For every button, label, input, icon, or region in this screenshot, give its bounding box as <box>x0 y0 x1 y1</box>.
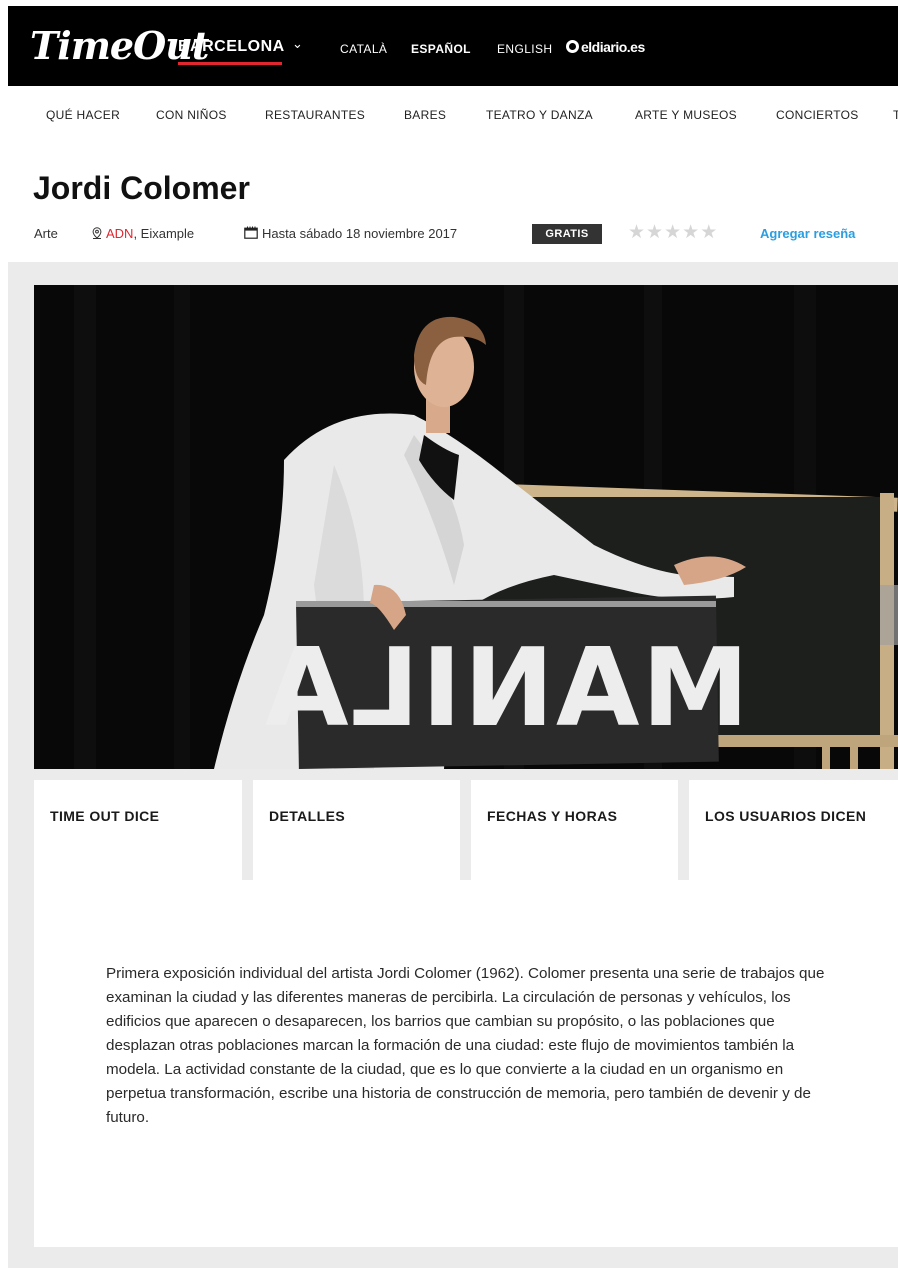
calendar-icon <box>244 226 258 239</box>
nav-con-ninos[interactable]: CON NIÑOS <box>156 108 227 122</box>
lang-espanol[interactable]: ESPAÑOL <box>411 42 471 56</box>
lang-catala[interactable]: CATALÀ <box>340 42 387 56</box>
main-nav: QUÉ HACER CON NIÑOS RESTAURANTES BARES T… <box>0 86 898 142</box>
hero-image: MANILA <box>34 285 898 769</box>
dates-label: Hasta sábado 18 noviembre 2017 <box>262 226 458 241</box>
eldiario-label: eldiario.es <box>581 39 645 55</box>
city-selector[interactable]: BARCELONA <box>178 38 285 56</box>
location-pin-icon <box>92 227 102 239</box>
tab-usuarios-dicen[interactable]: LOS USUARIOS DICEN <box>689 780 898 880</box>
add-review-link[interactable]: Agregar reseña <box>760 226 855 241</box>
nav-arte-museos[interactable]: ARTE Y MUSEOS <box>635 108 737 122</box>
rating-stars[interactable]: ★★★★★ <box>628 221 718 244</box>
eldiario-icon <box>566 40 579 53</box>
star-icon[interactable]: ★ <box>664 222 682 243</box>
star-icon[interactable]: ★ <box>628 222 646 243</box>
event-category: Arte <box>34 226 58 241</box>
nav-conciertos[interactable]: CONCIERTOS <box>776 108 859 122</box>
event-location: ADN, Eixample <box>92 226 194 241</box>
hero-photo: MANILA <box>34 285 898 769</box>
city-underline <box>178 62 282 65</box>
star-icon[interactable]: ★ <box>682 222 700 243</box>
nav-restaurantes[interactable]: RESTAURANTES <box>265 108 365 122</box>
price-badge: GRATIS <box>532 224 602 244</box>
venue-link[interactable]: ADN <box>106 226 133 241</box>
article-body: Primera exposición individual del artist… <box>106 965 825 1126</box>
event-dates: Hasta sábado 18 noviembre 2017 <box>244 226 457 241</box>
chevron-down-icon[interactable]: ⌄ <box>292 36 303 52</box>
nav-que-hacer[interactable]: QUÉ HACER <box>46 108 120 122</box>
lang-english[interactable]: ENGLISH <box>497 42 552 56</box>
neighborhood: , Eixample <box>133 226 195 241</box>
top-bar: TimeOut BARCELONA ⌄ CATALÀ ESPAÑOL ENGLI… <box>8 6 898 86</box>
nav-bares[interactable]: BARES <box>404 108 446 122</box>
page-title: Jordi Colomer <box>33 170 250 206</box>
tab-time-out-dice[interactable]: TIME OUT DICE <box>34 780 242 892</box>
nav-teatro-danza[interactable]: TEATRO Y DANZA <box>486 108 593 122</box>
star-icon[interactable]: ★ <box>646 222 664 243</box>
tab-detalles[interactable]: DETALLES <box>253 780 460 880</box>
tab-fechas-horas[interactable]: FECHAS Y HORAS <box>471 780 678 880</box>
star-icon[interactable]: ★ <box>700 222 718 243</box>
sign-text: MANILA <box>263 626 749 751</box>
nav-overflow[interactable]: T <box>893 108 898 122</box>
eldiario-logo[interactable]: eldiario.es <box>566 39 645 55</box>
